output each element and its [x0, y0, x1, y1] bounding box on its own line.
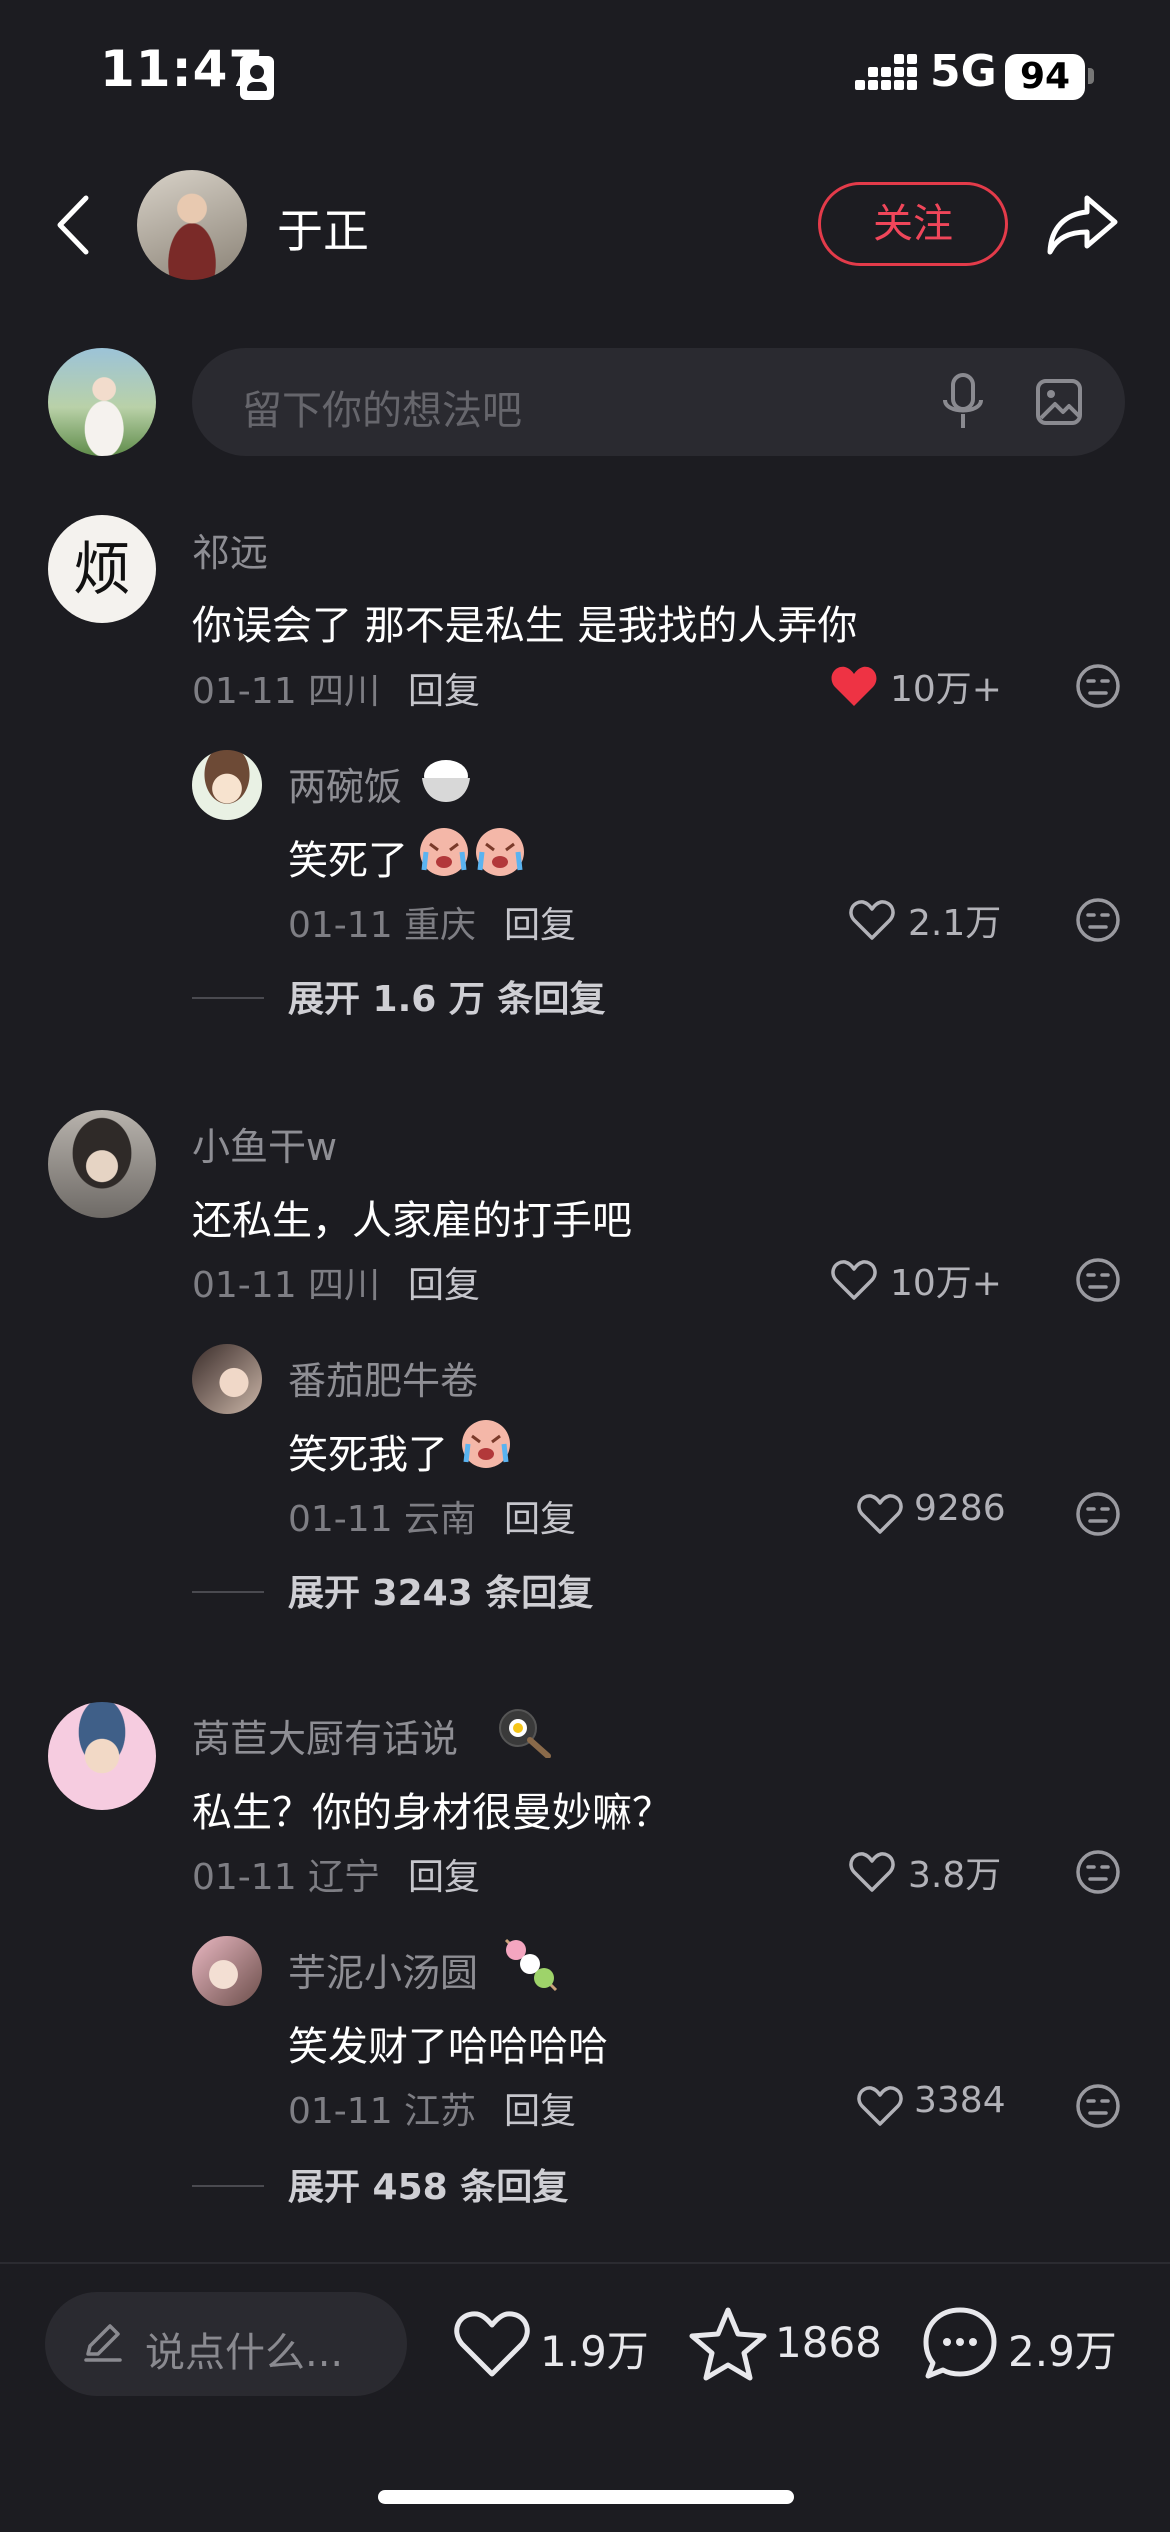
dislike-face-icon[interactable] [1074, 1256, 1122, 1304]
reply-button[interactable]: 回复 [408, 662, 480, 714]
heart-icon[interactable] [848, 898, 896, 942]
crying-face-emoji [462, 1420, 510, 1468]
dislike-face-icon[interactable] [1074, 1490, 1122, 1538]
replier-name[interactable]: 芋泥小汤圆 [288, 1942, 478, 1997]
my-avatar [48, 348, 156, 456]
replier-name[interactable]: 两碗饭 [288, 756, 402, 811]
heart-icon[interactable] [452, 2308, 532, 2380]
battery-level: 94 [1005, 54, 1085, 100]
commenter-avatar[interactable] [48, 1702, 156, 1810]
crying-face-emoji [420, 828, 524, 876]
like-count: 10万+ [890, 1263, 1002, 1304]
pen-icon [84, 2324, 122, 2362]
comment-text: 还私生，人家雇的打手吧 [192, 1198, 632, 1244]
reply-text: 笑死了 [288, 838, 408, 884]
like-count: 9286 [914, 1488, 1006, 1529]
replier-name[interactable]: 番茄肥牛卷 [288, 1350, 478, 1405]
expand-replies-button[interactable]: 展开 458 条回复 [288, 2158, 568, 2210]
post-favorite-count: 1868 [775, 2318, 882, 2367]
dislike-face-icon[interactable] [1074, 1848, 1122, 1896]
dislike-face-icon[interactable] [1074, 896, 1122, 944]
like-count: 10万+ [890, 669, 1002, 710]
expand-replies-button[interactable]: 展开 3243 条回复 [288, 1564, 593, 1616]
reply-button[interactable]: 回复 [408, 1848, 480, 1900]
post-like-count: 1.9万 [540, 2327, 649, 2376]
dislike-face-icon[interactable] [1074, 2082, 1122, 2130]
cellular-signal-icon [855, 54, 917, 100]
replier-avatar[interactable] [192, 1344, 262, 1414]
heart-icon[interactable] [856, 2084, 904, 2128]
post-comment-count: 2.9万 [1008, 2327, 1117, 2376]
bottom-divider [0, 2262, 1170, 2264]
frying-pan-emoji [499, 1709, 551, 1758]
comment-text: 私生？你的身材很曼妙嘛？ [192, 1790, 672, 1836]
reply-text: 笑发财了哈哈哈哈 [288, 2024, 608, 2070]
avatar-text: 烦 [72, 535, 131, 603]
reply-date-location: 01-11 云南 [288, 1499, 477, 1540]
author-name[interactable]: 于正 [277, 195, 369, 261]
microphone-icon[interactable] [940, 372, 986, 434]
back-arrow-icon[interactable] [50, 190, 100, 260]
battery-tip [1088, 68, 1094, 84]
commenter-avatar[interactable]: 烦 [48, 515, 156, 623]
expand-replies-button[interactable]: 展开 1.6 万 条回复 [288, 970, 605, 1022]
home-indicator[interactable] [378, 2490, 794, 2504]
like-count: 3.8万 [908, 1855, 1002, 1896]
commenter-name[interactable]: 莴苣大厨有话说 [192, 1708, 458, 1763]
like-count: 3384 [914, 2080, 1006, 2121]
expand-divider [192, 2185, 264, 2187]
reply-button[interactable]: 回复 [504, 1490, 576, 1542]
heart-icon[interactable] [830, 1258, 878, 1302]
replier-avatar[interactable] [192, 750, 262, 820]
dislike-face-icon[interactable] [1074, 662, 1122, 710]
follow-button[interactable]: 关注 [818, 182, 1008, 266]
rice-bowl-emoji [422, 760, 470, 802]
reply-button[interactable]: 回复 [504, 2082, 576, 2134]
comment-text: 你误会了 那不是私生 是我找的人弄你 [192, 603, 858, 649]
comment-date-location: 01-11 四川 [192, 671, 381, 712]
reply-button[interactable]: 回复 [408, 1256, 480, 1308]
liked-heart-icon[interactable] [830, 664, 878, 708]
comment-date-location: 01-11 四川 [192, 1265, 381, 1306]
star-icon[interactable] [688, 2304, 768, 2384]
comment-date-location: 01-11 辽宁 [192, 1857, 381, 1898]
like-count: 2.1万 [908, 903, 1002, 944]
comment-input-placeholder: 留下你的想法吧 [242, 388, 522, 434]
reply-text: 笑死我了 [288, 1432, 448, 1478]
replier-avatar[interactable] [192, 1936, 262, 2006]
heart-icon[interactable] [856, 1492, 904, 1536]
author-avatar[interactable] [137, 170, 247, 280]
contact-card-icon [240, 56, 274, 100]
commenter-name[interactable]: 小鱼干w [192, 1116, 337, 1171]
network-type: 5G [930, 46, 997, 97]
heart-icon[interactable] [848, 1850, 896, 1894]
commenter-avatar[interactable] [48, 1110, 156, 1218]
expand-divider [192, 1591, 264, 1593]
share-icon[interactable] [1045, 190, 1120, 260]
expand-divider [192, 997, 264, 999]
comment-bubble-icon[interactable] [920, 2304, 1000, 2384]
reply-date-location: 01-11 江苏 [288, 2091, 477, 2132]
reply-date-location: 01-11 重庆 [288, 905, 477, 946]
bottom-input-placeholder: 说点什么... [145, 2330, 344, 2376]
dango-emoji [504, 1938, 558, 1992]
commenter-name[interactable]: 祁远 [192, 522, 268, 577]
reply-button[interactable]: 回复 [504, 896, 576, 948]
image-icon[interactable] [1035, 378, 1083, 426]
